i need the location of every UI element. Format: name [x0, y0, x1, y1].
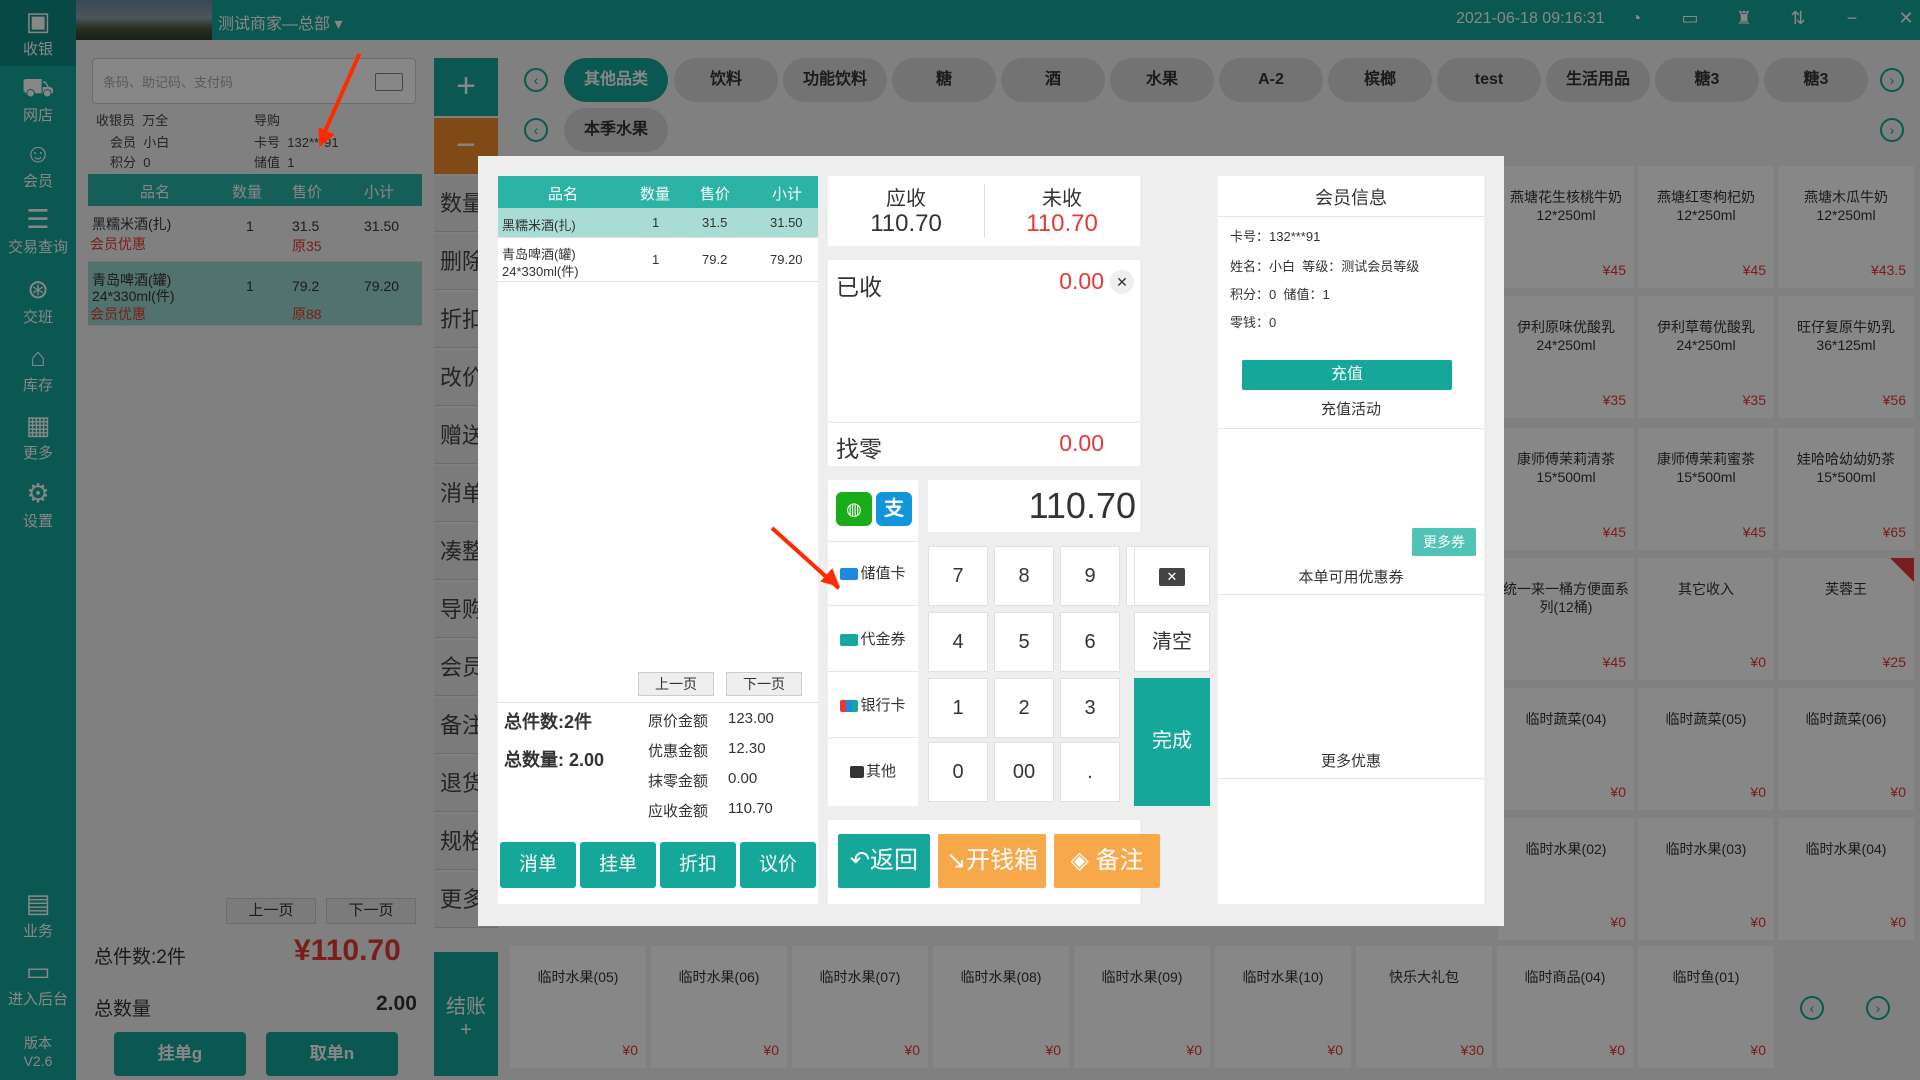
due-amount: 110.70	[728, 800, 773, 817]
done-button[interactable]: 完成	[1134, 678, 1210, 806]
payment-methods: ◍ 支 储值卡 代金券 银行卡 其他	[828, 480, 918, 806]
key-00[interactable]: 00	[994, 742, 1054, 802]
hang-order-button[interactable]: 挂单	[580, 842, 656, 888]
bargain-button[interactable]: 议价	[740, 842, 816, 888]
ticket-icon	[840, 634, 859, 647]
divider	[1218, 216, 1484, 217]
recharge-activity-label: 充值活动	[1320, 401, 1381, 418]
amount-display[interactable]: 110.70	[928, 480, 1140, 532]
key-9[interactable]: 9	[1060, 546, 1120, 606]
key-5[interactable]: 5	[994, 612, 1054, 672]
due-amount-label: 应收金额	[648, 803, 709, 820]
received-panel: 已收 0.00 ✕ 找零 0.00	[828, 260, 1140, 466]
key-3[interactable]: 3	[1060, 678, 1120, 738]
round-amount-label: 抹零金额	[648, 773, 709, 790]
key-2[interactable]: 2	[994, 678, 1054, 738]
more-coupons-button[interactable]: 更多券	[1412, 528, 1476, 556]
key-dot[interactable]: .	[1060, 742, 1120, 802]
key-6[interactable]: 6	[1060, 612, 1120, 672]
key-1[interactable]: 1	[928, 678, 988, 738]
divider	[1218, 428, 1484, 429]
more-offers-label: 更多优惠	[1320, 753, 1381, 770]
modal-total-items: 总件数:2件	[504, 712, 593, 732]
cancel-order-button[interactable]: 消单	[500, 842, 576, 888]
open-drawer-button[interactable]: ↘开钱箱	[938, 834, 1046, 888]
receivable-label: 应收	[886, 188, 926, 210]
divider	[498, 702, 818, 703]
receivable-amount: 110.70	[870, 210, 942, 237]
received-amount: 0.00	[1059, 268, 1104, 294]
available-coupons-label: 本单可用优惠券	[1298, 569, 1404, 586]
note-button[interactable]: ◈ 备注	[1054, 834, 1160, 888]
qr-pay[interactable]: ◍ 支	[828, 480, 918, 542]
recharge-button[interactable]: 充值	[1242, 360, 1452, 390]
member-panel: 会员信息 卡号：132***91 姓名：小白 等级：测试会员等级 积分：0 储值…	[1218, 176, 1484, 904]
key-7[interactable]: 7	[928, 546, 988, 606]
member-name: 姓名：小白 等级：测试会员等级	[1230, 259, 1420, 274]
discount-amount-label: 优惠金额	[648, 743, 709, 760]
divider	[828, 422, 1140, 423]
modal-table-header: 品名 数量 售价 小计	[498, 176, 818, 208]
change-amount: 0.00	[1059, 430, 1104, 456]
modal-total-qty: 总数量: 2.00	[504, 750, 605, 770]
pay-other[interactable]: 其他	[828, 740, 918, 804]
modal-button-row: 消单 挂单 折扣 议价	[500, 842, 816, 888]
discount-amount: 12.30	[728, 740, 766, 757]
backspace-icon: ✕	[1159, 567, 1185, 586]
next-page-button[interactable]: 下一页	[726, 672, 802, 696]
discount-button[interactable]: 折扣	[660, 842, 736, 888]
action-bar: ↶返回 ↘开钱箱 ◈ 备注	[828, 820, 1160, 904]
wechat-pay-icon[interactable]: ◍	[836, 492, 872, 526]
change-label: 找零	[836, 436, 882, 462]
keypad: 110.70 7 8 9 4 5 6 1 2 3 0 00 .	[928, 480, 1140, 806]
round-amount: 0.00	[728, 770, 758, 787]
drawer-icon: ↘	[945, 847, 967, 874]
member-points: 积分：0 储值：1	[1230, 287, 1330, 302]
grid-icon	[849, 766, 864, 779]
member-card: 卡号：132***91	[1230, 229, 1321, 244]
amount-summary: 应收 110.70 未收 110.70	[828, 176, 1140, 246]
unpaid-label: 未收	[1042, 188, 1082, 210]
back-arrow-icon: ↶	[849, 847, 871, 874]
prev-page-button[interactable]: 上一页	[638, 672, 714, 696]
pay-bank-card[interactable]: 银行卡	[828, 674, 918, 738]
pay-voucher[interactable]: 代金券	[828, 608, 918, 672]
divider	[1218, 778, 1484, 779]
received-label: 已收	[836, 274, 882, 300]
payment-modal: 品名 数量 售价 小计 黑糯米酒(扎) 1 31.5 31.50 青岛啤酒(罐)…	[478, 156, 1504, 926]
table-row[interactable]: 青岛啤酒(罐) 24*330ml(件) 1 79.2 79.20	[498, 238, 818, 282]
key-0[interactable]: 0	[928, 742, 988, 802]
clear-received-icon[interactable]: ✕	[1110, 270, 1134, 294]
orig-amount: 123.00	[728, 710, 774, 727]
divider	[1218, 594, 1484, 595]
alipay-icon[interactable]: 支	[876, 492, 912, 526]
pay-stored-card[interactable]: 储值卡	[828, 542, 918, 606]
table-row[interactable]: 黑糯米酒(扎) 1 31.5 31.50	[498, 208, 818, 238]
orig-amount-label: 原价金额	[648, 713, 709, 730]
member-change: 零钱：0	[1230, 315, 1277, 330]
unionpay-icon	[840, 700, 859, 713]
modal-order-panel: 品名 数量 售价 小计 黑糯米酒(扎) 1 31.5 31.50 青岛啤酒(罐)…	[498, 176, 818, 904]
unpaid-amount: 110.70	[1026, 210, 1098, 237]
key-8[interactable]: 8	[994, 546, 1054, 606]
backspace-button[interactable]: ✕	[1134, 546, 1210, 606]
back-button[interactable]: ↶返回	[838, 834, 930, 888]
key-4[interactable]: 4	[928, 612, 988, 672]
member-panel-title: 会员信息	[1315, 188, 1387, 208]
clear-button[interactable]: 清空	[1134, 612, 1210, 672]
tag-icon: ◈	[1070, 847, 1089, 874]
